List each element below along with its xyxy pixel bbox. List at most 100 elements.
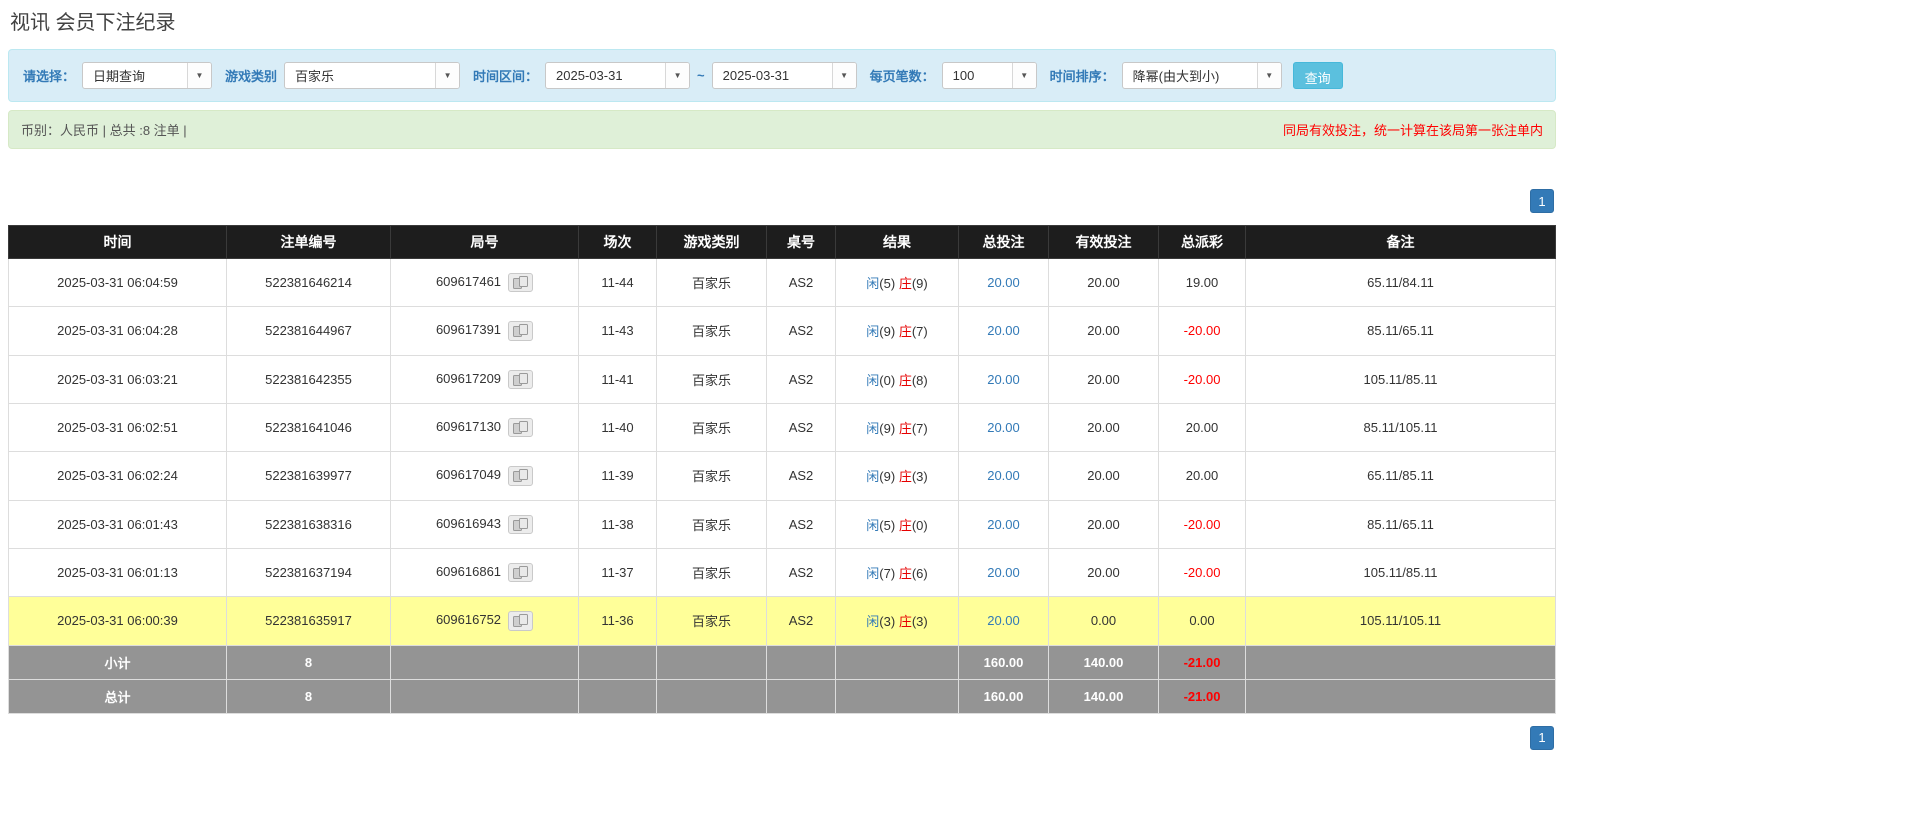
cell-result: 闲(7) 庄(6) [836,548,959,596]
cell-total-bet: 20.00 [959,597,1049,645]
table-row: 2025-03-31 06:04:28522381644967609617391… [9,307,1556,355]
cell-session: 11-37 [579,548,657,596]
round-number: 609617209 [436,371,501,386]
cell-payout: -20.00 [1159,548,1246,596]
cell-time: 2025-03-31 06:00:39 [9,597,227,645]
cell-round: 609617461 [391,259,579,307]
banker-result-label: 庄 [899,324,912,339]
column-header: 桌号 [767,226,836,259]
player-result-score: (9) [879,324,895,339]
cell-game-type: 百家乐 [657,597,767,645]
view-round-button[interactable] [508,515,533,534]
view-round-button[interactable] [508,370,533,389]
view-round-button[interactable] [508,466,533,485]
cell-game-type: 百家乐 [657,403,767,451]
cell-total-bet: 20.00 [959,403,1049,451]
total-bet-link[interactable]: 20.00 [987,275,1020,290]
cards-icon [513,566,528,579]
game-type-select[interactable]: 百家乐 ▼ [284,62,460,89]
total-bet-link[interactable]: 20.00 [987,323,1020,338]
player-result-score: (0) [879,373,895,388]
cards-icon [513,518,528,531]
summary-total-bet: 160.00 [959,645,1049,679]
page-1-button[interactable]: 1 [1530,189,1554,213]
total-bet-link[interactable]: 20.00 [987,613,1020,628]
table-row: 2025-03-31 06:03:21522381642355609617209… [9,355,1556,403]
view-round-button[interactable] [508,321,533,340]
banker-result-score: (7) [912,324,928,339]
player-result-label: 闲 [866,421,879,436]
chevron-down-icon[interactable]: ▼ [1257,63,1281,88]
cell-bet-id: 522381642355 [227,355,391,403]
cards-icon [513,421,528,434]
banker-result-label: 庄 [899,421,912,436]
date-from-select[interactable]: 2025-03-31 ▼ [545,62,690,89]
cell-session: 11-41 [579,355,657,403]
summary-row: 小计8160.00140.00-21.00 [9,645,1556,679]
column-header: 局号 [391,226,579,259]
banker-result-label: 庄 [899,373,912,388]
cell-session: 11-38 [579,500,657,548]
query-type-select[interactable]: 日期查询 ▼ [82,62,212,89]
game-type-label: 游戏类别 [225,66,277,85]
chevron-down-icon[interactable]: ▼ [832,63,856,88]
table-row: 2025-03-31 06:04:59522381646214609617461… [9,259,1556,307]
cell-total-bet: 20.00 [959,548,1049,596]
summary-count: 8 [227,645,391,679]
view-round-button[interactable] [508,273,533,292]
cards-icon [513,614,528,627]
summary-empty-cell [836,679,959,713]
total-bet-link[interactable]: 20.00 [987,468,1020,483]
player-result-label: 闲 [866,469,879,484]
banker-result-label: 庄 [899,276,912,291]
cell-table-no: AS2 [767,259,836,307]
cell-valid-bet: 20.00 [1049,548,1159,596]
banker-result-label: 庄 [899,518,912,533]
cell-result: 闲(5) 庄(0) [836,500,959,548]
player-result-label: 闲 [866,614,879,629]
currency-summary: 币别：人民币 | 总共 :8 注单 | [21,120,187,139]
date-to-select[interactable]: 2025-03-31 ▼ [712,62,857,89]
total-bet-link[interactable]: 20.00 [987,420,1020,435]
cell-session: 11-44 [579,259,657,307]
view-round-button[interactable] [508,611,533,630]
total-bet-link[interactable]: 20.00 [987,372,1020,387]
chevron-down-icon[interactable]: ▼ [665,63,689,88]
view-round-button[interactable] [508,418,533,437]
chevron-down-icon[interactable]: ▼ [1012,63,1036,88]
pagination-bottom: 1 [8,726,1554,750]
player-result-label: 闲 [866,324,879,339]
cell-game-type: 百家乐 [657,500,767,548]
search-button[interactable]: 查询 [1293,62,1343,89]
cell-game-type: 百家乐 [657,259,767,307]
date-from-value: 2025-03-31 [546,63,665,88]
table-header-row: 时间注单编号局号场次游戏类别桌号结果总投注有效投注总派彩备注 [9,226,1556,259]
page-title: 视讯 会员下注纪录 [10,6,1556,35]
cell-bet-id: 522381635917 [227,597,391,645]
banker-result-label: 庄 [899,469,912,484]
player-result-score: (5) [879,276,895,291]
round-number: 609617049 [436,467,501,482]
cell-game-type: 百家乐 [657,452,767,500]
total-bet-link[interactable]: 20.00 [987,517,1020,532]
cell-table-no: AS2 [767,403,836,451]
banker-result-score: (6) [912,566,928,581]
banker-result-score: (9) [912,276,928,291]
sort-order-select[interactable]: 降幂(由大到小) ▼ [1122,62,1282,89]
chevron-down-icon[interactable]: ▼ [187,63,211,88]
summary-empty-cell [391,645,579,679]
query-type-value: 日期查询 [83,63,187,88]
total-bet-link[interactable]: 20.00 [987,565,1020,580]
column-header: 注单编号 [227,226,391,259]
page-size-select[interactable]: 100 ▼ [942,62,1037,89]
cell-round: 609616861 [391,548,579,596]
round-number: 609617461 [436,274,501,289]
cell-round: 609616943 [391,500,579,548]
view-round-button[interactable] [508,563,533,582]
column-header: 结果 [836,226,959,259]
cell-table-no: AS2 [767,452,836,500]
page-1-button[interactable]: 1 [1530,726,1554,750]
chevron-down-icon[interactable]: ▼ [435,63,459,88]
cell-payout: -20.00 [1159,500,1246,548]
round-number: 609617391 [436,322,501,337]
